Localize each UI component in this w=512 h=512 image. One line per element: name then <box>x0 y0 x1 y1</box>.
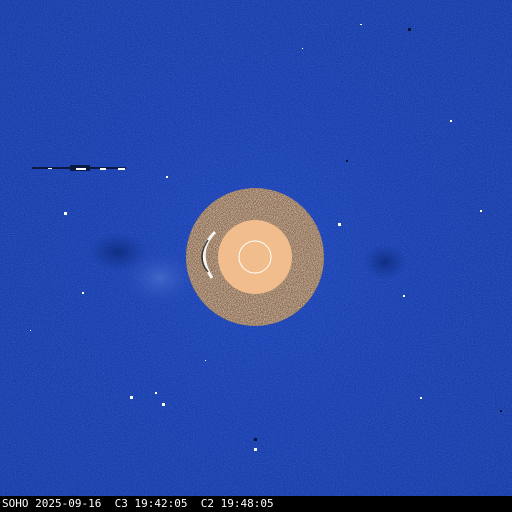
coronagraph-image: SOHO 2025-09-16 C3 19:42:05 C2 19:48:05 <box>0 0 512 512</box>
c2-time: 19:48:05 <box>220 497 274 510</box>
inner-occulter-disk <box>218 220 292 294</box>
image-caption-bar: SOHO 2025-09-16 C3 19:42:05 C2 19:48:05 <box>0 496 512 512</box>
c3-time: 19:42:05 <box>134 497 188 510</box>
observatory-label: SOHO <box>2 497 29 510</box>
c2-label: C2 <box>200 497 214 510</box>
observation-date: 2025-09-16 <box>35 497 102 510</box>
coronagraph-field <box>0 0 512 496</box>
dark-region-right <box>363 244 407 280</box>
c3-label: C3 <box>114 497 128 510</box>
